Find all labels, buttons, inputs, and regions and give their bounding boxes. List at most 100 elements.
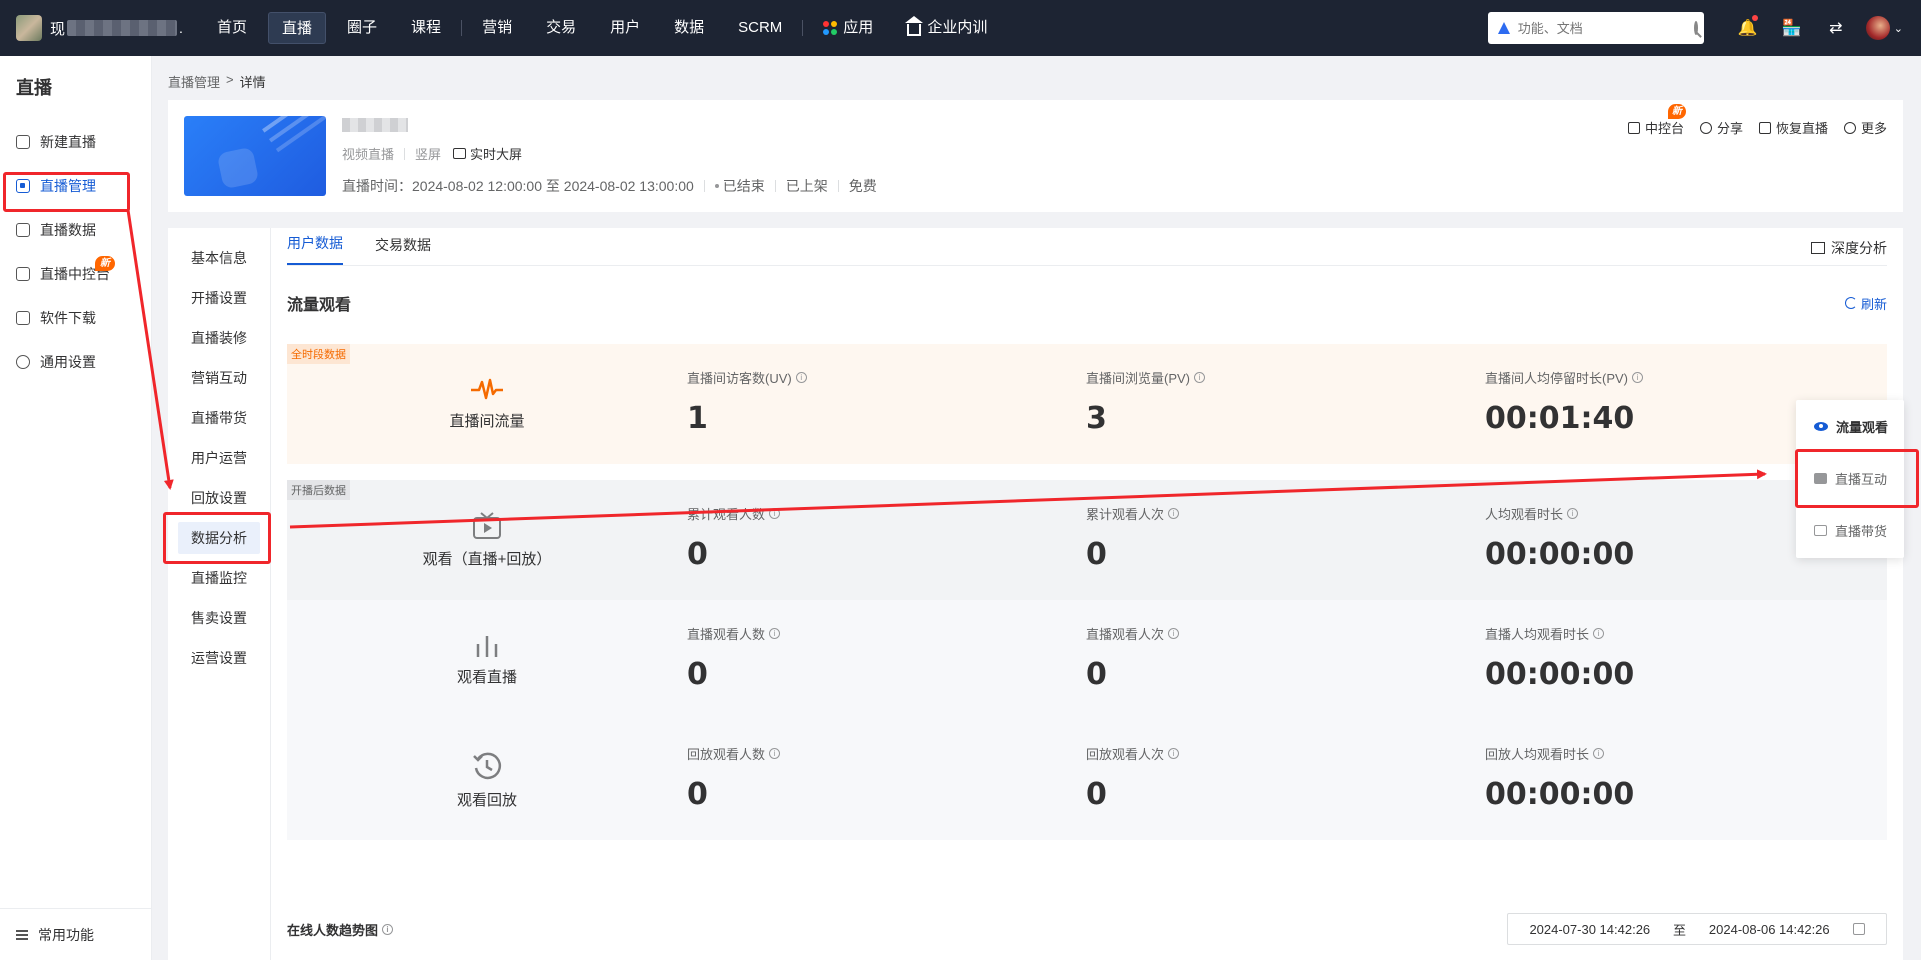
metric-value: 3 [1086,401,1107,436]
metric-label: 累计观看人数 [687,507,766,522]
annotation-highlight-data-analysis [163,512,271,564]
common-functions[interactable]: 常用功能 [0,908,152,960]
sidebar-item-new-live[interactable]: 新建直播 [0,120,151,164]
nav-circle[interactable]: 圈子 [334,12,390,44]
shop-name-redacted [67,20,178,36]
metric-value: 0 [687,777,708,812]
video-icon [1758,121,1771,134]
data-tabs: 用户数据 交易数据 深度分析 [287,228,1887,266]
search-brand-icon [1497,22,1510,34]
anchor-traffic[interactable]: 流量观看 [1796,400,1904,452]
monitor-icon [453,148,467,159]
subnav-user-ops[interactable]: 用户运营 [168,438,270,478]
store-icon[interactable]: 🏪 [1770,18,1814,38]
anchor-live-selling[interactable]: 直播带货 [1796,504,1904,556]
live-time-row: 直播时间：2024-08-02 12:00:00 至 2024-08-02 13… [342,176,877,196]
sidebar-item-label: 通用设置 [40,354,96,370]
info-icon[interactable]: i [1593,748,1605,759]
subnav-basic-info[interactable]: 基本信息 [168,238,270,278]
subnav-sales-settings[interactable]: 售卖设置 [168,598,270,638]
anchor-label: 直播带货 [1835,523,1888,539]
gear-icon [16,355,30,369]
sidebar-item-live-data[interactable]: 直播数据 [0,208,151,252]
breadcrumb-parent[interactable]: 直播管理 [168,72,220,91]
info-icon[interactable]: i [769,628,781,639]
nav-apps[interactable]: 应用 [810,12,886,44]
detail-subnav: 基本信息 开播设置 直播装修 营销互动 直播带货 用户运营 回放设置 数据分析 … [168,228,271,960]
metric-label: 回放观看人次 [1086,747,1165,762]
nav-live[interactable]: 直播 [268,12,327,44]
info-icon[interactable]: i [1168,508,1180,519]
info-icon[interactable]: i [1194,372,1206,383]
share-button[interactable]: 分享 [1699,118,1743,137]
subnav-broadcast-settings[interactable]: 开播设置 [168,278,270,318]
nav-enterprise-training[interactable]: 企业内训 [894,12,1000,44]
sidebar-item-label: 直播数据 [40,222,96,238]
sidebar-item-general-settings[interactable]: 通用设置 [0,340,151,384]
more-label: 更多 [1860,121,1887,136]
metric-value: 00:00:00 [1485,537,1635,572]
divider [837,180,839,192]
main-nav: 首页 直播 圈子 课程 营销 交易 用户 数据 SCRM 应用 企业内训 [200,0,1004,56]
nav-users[interactable]: 用户 [597,12,653,44]
sidebar-item-live-console[interactable]: 直播中控台 新 [0,252,151,296]
user-avatar[interactable] [1865,16,1890,40]
nav-course[interactable]: 课程 [398,12,454,44]
refresh-button[interactable]: 刷新 [1844,294,1887,313]
nav-trade[interactable]: 交易 [533,12,589,44]
info-icon[interactable]: i [1593,628,1605,639]
live-type: 视频直播 [342,147,395,162]
nav-scrm[interactable]: SCRM [725,12,795,44]
restore-label: 恢复直播 [1775,121,1828,136]
info-icon[interactable]: i [1567,508,1579,519]
anchor-label: 流量观看 [1836,419,1889,435]
info-icon[interactable]: i [795,372,807,383]
info-icon[interactable]: i [1168,748,1180,759]
nav-data[interactable]: 数据 [661,12,717,44]
block-summary: 观看（直播+回放） [287,480,687,600]
nav-marketing[interactable]: 营销 [469,12,525,44]
shop-name-suffix: . [179,20,183,36]
top-navigation-bar: 现 . 首页 直播 圈子 课程 营销 交易 用户 数据 SCRM 应用 企业内训… [0,0,1921,56]
date-range-picker[interactable]: 2024-07-30 14:42:26 至 2024-08-06 14:42:2… [1507,913,1887,945]
info-icon[interactable]: i [382,923,394,935]
sidebar-item-software-download[interactable]: 软件下载 [0,296,151,340]
global-search[interactable] [1487,12,1704,44]
search-input[interactable] [1517,20,1694,36]
console-label: 中控台 [1644,121,1684,136]
search-icon[interactable] [1693,21,1698,35]
nav-home[interactable]: 首页 [204,12,260,44]
trend-title-text: 在线人数趋势图 [287,922,379,938]
console-button[interactable]: 中控台 新 [1627,104,1686,137]
info-icon[interactable]: i [769,748,781,759]
shop-logo[interactable]: 现 . [0,15,200,41]
subnav-decoration[interactable]: 直播装修 [168,318,270,358]
info-icon[interactable]: i [1168,628,1180,639]
info-icon[interactable]: i [1632,372,1644,383]
block-summary: 观看回放 [287,720,687,840]
metric-value: 00:01:40 [1485,401,1635,436]
subnav-ops-settings[interactable]: 运营设置 [168,638,270,678]
breadcrumb-current: 详情 [239,75,266,90]
realtime-bigscreen-link[interactable]: 实时大屏 [453,144,522,163]
switch-icon[interactable]: ⇄ [1814,18,1858,38]
list-icon [16,929,28,940]
subnav-live-monitor[interactable]: 直播监控 [168,558,270,598]
metric-pv: 直播间浏览量(PV) i 3 [1086,368,1206,436]
subnav-live-selling[interactable]: 直播带货 [168,398,270,438]
chart-icon [1811,242,1825,254]
metric-label: 直播观看人数 [687,627,766,642]
metric-live-views: 直播观看人次 i 0 [1086,624,1180,692]
deep-analysis-button[interactable]: 深度分析 [1811,238,1887,258]
tab-trade-data[interactable]: 交易数据 [375,235,431,265]
bell-icon[interactable]: 🔔 [1726,15,1770,38]
subnav-marketing[interactable]: 营销互动 [168,358,270,398]
metric-value: 0 [687,657,708,692]
more-button[interactable]: 更多 [1843,118,1887,137]
tab-user-data[interactable]: 用户数据 [287,233,343,265]
chevron-down-icon[interactable]: ⌄ [1894,22,1903,35]
metric-value: 00:00:00 [1485,777,1635,812]
data-analysis-content: 用户数据 交易数据 深度分析 流量观看 刷新 全时段数据 直播间流量 直播间访客… [287,228,1887,945]
restore-live-button[interactable]: 恢复直播 [1758,118,1828,137]
info-icon[interactable]: i [769,508,781,519]
